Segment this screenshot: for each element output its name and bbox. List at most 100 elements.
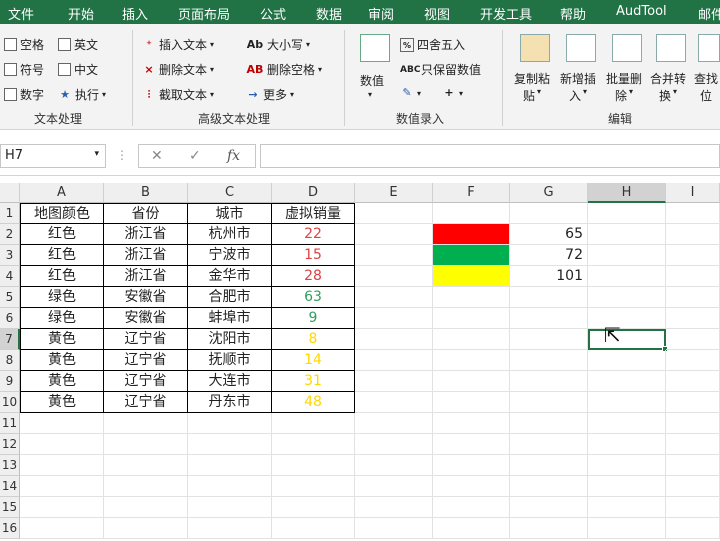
menu-tab[interactable]: 文件 xyxy=(8,4,34,23)
drag-handle-icon[interactable]: ⋮ xyxy=(116,148,128,162)
name-box[interactable]: H7 ▾ xyxy=(0,144,106,168)
menu-tab[interactable]: 视图 xyxy=(424,4,450,23)
cell[interactable] xyxy=(272,497,355,518)
cell[interactable] xyxy=(20,413,104,434)
column-header[interactable]: D xyxy=(272,183,355,203)
checkbox-icon[interactable] xyxy=(4,63,17,76)
row-header[interactable]: 13 xyxy=(0,455,20,476)
row-header[interactable]: 1 xyxy=(0,203,20,224)
cell[interactable] xyxy=(666,371,720,392)
table-cell[interactable]: 红色 xyxy=(20,266,104,287)
cell[interactable] xyxy=(433,203,510,224)
cell[interactable] xyxy=(588,308,666,329)
cell[interactable] xyxy=(666,392,720,413)
cell[interactable] xyxy=(666,455,720,476)
execute-button[interactable]: ★ 执行 ▾ xyxy=(58,86,106,103)
delete-text-button[interactable]: × 删除文本 ▾ xyxy=(142,61,214,78)
cell[interactable] xyxy=(666,287,720,308)
cell[interactable] xyxy=(433,287,510,308)
row-header[interactable]: 3 xyxy=(0,245,20,266)
column-header[interactable]: F xyxy=(433,183,510,203)
row-header[interactable]: 16 xyxy=(0,518,20,539)
cell[interactable] xyxy=(588,392,666,413)
cell[interactable] xyxy=(20,434,104,455)
checkbox-number[interactable]: 数字 xyxy=(4,86,44,103)
menu-tab[interactable]: AudTool xyxy=(616,4,667,19)
cell[interactable] xyxy=(510,455,588,476)
edit-value-button[interactable]: ✎ ▾ xyxy=(400,86,421,100)
cell[interactable] xyxy=(355,434,433,455)
table-cell[interactable]: 黄色 xyxy=(20,392,104,413)
cell[interactable] xyxy=(510,392,588,413)
cell[interactable] xyxy=(588,350,666,371)
cell[interactable] xyxy=(433,392,510,413)
cell[interactable] xyxy=(188,518,272,539)
cell[interactable] xyxy=(666,350,720,371)
fx-icon[interactable]: fx xyxy=(227,148,240,164)
cell[interactable] xyxy=(510,287,588,308)
cell[interactable] xyxy=(433,308,510,329)
cell[interactable] xyxy=(666,476,720,497)
table-cell[interactable]: 浙江省 xyxy=(104,245,188,266)
cell[interactable] xyxy=(272,476,355,497)
cell[interactable] xyxy=(355,455,433,476)
color-swatch-cell[interactable] xyxy=(433,224,510,245)
cell[interactable] xyxy=(588,497,666,518)
formula-input[interactable] xyxy=(260,144,720,168)
column-header[interactable]: H xyxy=(588,183,666,203)
table-cell[interactable]: 金华市 xyxy=(188,266,272,287)
table-cell[interactable]: 14 xyxy=(272,350,355,371)
column-header[interactable]: C xyxy=(188,183,272,203)
select-all-corner[interactable] xyxy=(0,183,20,203)
cell[interactable] xyxy=(433,413,510,434)
table-header-cell[interactable]: 城市 xyxy=(188,203,272,224)
cell[interactable] xyxy=(355,287,433,308)
table-cell[interactable]: 浙江省 xyxy=(104,224,188,245)
menu-tab[interactable]: 插入 xyxy=(122,4,148,23)
cell[interactable] xyxy=(588,266,666,287)
cell[interactable] xyxy=(188,413,272,434)
table-cell[interactable]: 9 xyxy=(272,308,355,329)
table-cell[interactable]: 红色 xyxy=(20,224,104,245)
add-insert-button[interactable]: 新增插入 ▾ xyxy=(560,70,596,104)
table-header-cell[interactable]: 省份 xyxy=(104,203,188,224)
menu-tab[interactable]: 审阅 xyxy=(368,4,394,23)
cell[interactable] xyxy=(433,371,510,392)
cell[interactable] xyxy=(433,476,510,497)
checkbox-chinese[interactable]: 中文 xyxy=(58,61,98,78)
table-cell[interactable]: 辽宁省 xyxy=(104,329,188,350)
extract-text-button[interactable]: ⫶ 截取文本 ▾ xyxy=(142,86,214,103)
cell[interactable] xyxy=(588,413,666,434)
table-header-cell[interactable]: 虚拟销量 xyxy=(272,203,355,224)
row-header[interactable]: 6 xyxy=(0,308,20,329)
cell[interactable] xyxy=(104,476,188,497)
value-button[interactable]: 数值 xyxy=(360,72,384,89)
cell[interactable] xyxy=(272,455,355,476)
row-header[interactable]: 7 xyxy=(0,329,20,350)
row-header[interactable]: 4 xyxy=(0,266,20,287)
row-header[interactable]: 5 xyxy=(0,287,20,308)
cell[interactable] xyxy=(666,413,720,434)
cell[interactable] xyxy=(104,497,188,518)
table-cell[interactable]: 15 xyxy=(272,245,355,266)
table-cell[interactable]: 浙江省 xyxy=(104,266,188,287)
cell[interactable] xyxy=(588,371,666,392)
checkbox-symbol[interactable]: 符号 xyxy=(4,61,44,78)
keep-value-button[interactable]: ABC 只保留数值 xyxy=(400,61,481,78)
cancel-icon[interactable]: ✕ xyxy=(151,148,163,164)
table-header-cell[interactable]: 地图颜色 xyxy=(20,203,104,224)
cell[interactable] xyxy=(272,413,355,434)
cell[interactable] xyxy=(355,392,433,413)
cell[interactable] xyxy=(666,497,720,518)
swatch-value-cell[interactable]: 72 xyxy=(510,245,588,266)
cell[interactable] xyxy=(510,308,588,329)
merge-convert-button[interactable]: 合并转换 ▾ xyxy=(650,70,686,104)
cell[interactable] xyxy=(588,245,666,266)
cell[interactable] xyxy=(188,476,272,497)
round-button[interactable]: % 四舍五入 xyxy=(400,36,465,53)
table-cell[interactable]: 黄色 xyxy=(20,371,104,392)
cell[interactable] xyxy=(188,434,272,455)
table-cell[interactable]: 48 xyxy=(272,392,355,413)
copy-paste-button[interactable]: 复制粘贴 ▾ xyxy=(514,70,550,104)
cell[interactable] xyxy=(355,371,433,392)
